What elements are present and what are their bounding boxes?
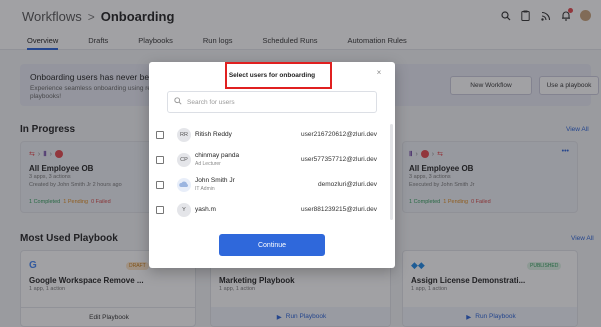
user-list-scrollbar[interactable] [390,124,393,220]
user-email: user216720612@zluri.dev [301,131,377,138]
select-users-modal: Select users for onboarding × RR Ritish … [149,62,395,268]
close-icon[interactable]: × [374,68,384,78]
highlight-box [225,62,332,89]
user-email: demozluri@zluri.dev [318,181,377,188]
user-row[interactable]: Y yash.m user881239215@zluri.dev [149,198,395,223]
avatar: CP [177,153,191,167]
avatar: Y [177,203,191,217]
user-row[interactable]: RR Ritish Reddy user216720612@zluri.dev [149,123,395,148]
user-row[interactable]: John Smith Jr IT Admin demozluri@zluri.d… [149,173,395,198]
user-role: IT Admin [195,186,215,192]
search-field[interactable] [167,91,377,113]
user-checkbox[interactable] [156,156,164,164]
avatar [177,178,191,192]
user-checkbox[interactable] [156,131,164,139]
user-email: user577357712@zluri.dev [301,156,377,163]
user-name: John Smith Jr [195,177,235,184]
search-input[interactable] [187,98,367,106]
user-email: user881239215@zluri.dev [301,206,377,213]
search-icon [174,97,182,107]
user-checkbox[interactable] [156,181,164,189]
avatar: RR [177,128,191,142]
user-row[interactable]: CP chinmay panda Ad Lecturer user5773577… [149,148,395,173]
user-name: yash.m [195,206,216,213]
user-name: chinmay panda [195,152,240,159]
user-role: Ad Lecturer [195,161,221,167]
user-checkbox[interactable] [156,206,164,214]
user-name: Ritish Reddy [195,131,232,138]
continue-button[interactable]: Continue [219,234,325,256]
